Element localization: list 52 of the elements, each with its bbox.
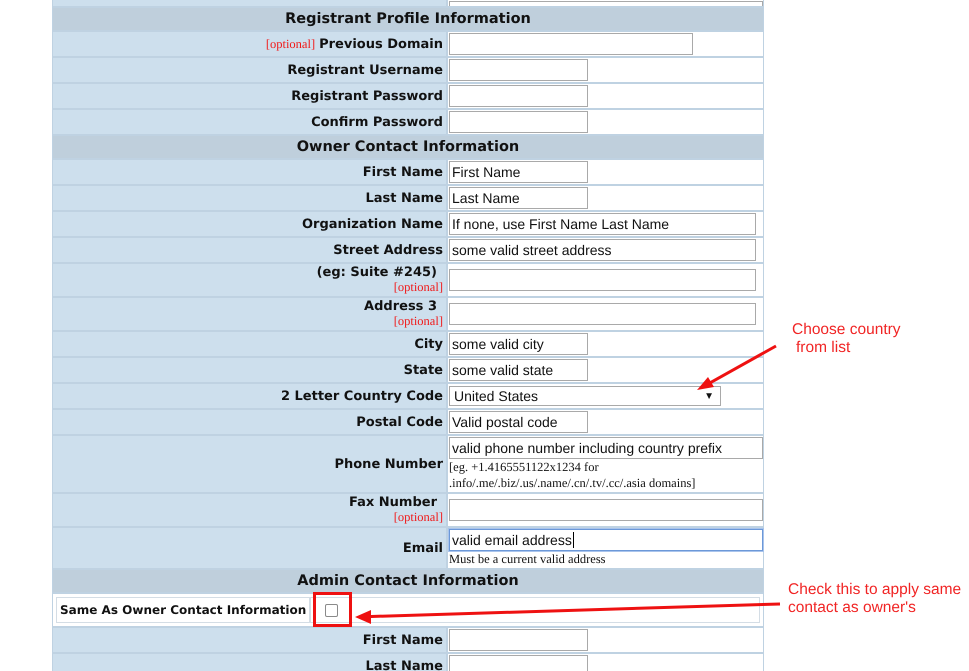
field-label: Phone Number: [334, 456, 443, 472]
field-hint: [eg. +1.4165551122x1234 for .info/.me/.biz/.us/.name/.cn/.tv/.cc/.asia domains]: [449, 459, 696, 491]
field-label: City: [414, 336, 443, 352]
field-label: Previous Domain: [319, 36, 443, 52]
annotation-text: Choose country from list: [792, 321, 901, 357]
input-field[interactable]: some valid city: [449, 333, 588, 355]
input-field[interactable]: some valid state: [449, 359, 588, 381]
input-field[interactable]: [449, 85, 588, 107]
field-label: Postal Code: [356, 414, 443, 430]
input-field[interactable]: [449, 111, 588, 133]
optional-note: [optional]: [394, 314, 443, 329]
field-label: Registrant Password: [291, 88, 443, 104]
input-field[interactable]: valid email address: [449, 529, 763, 551]
highlight-frame: [313, 592, 352, 627]
field-label: Address 3: [364, 299, 438, 314]
field-label: First Name: [362, 632, 443, 648]
field-label: Last Name: [365, 190, 443, 206]
section-heading: Owner Contact Information: [53, 136, 763, 158]
field-label: Confirm Password: [311, 114, 443, 130]
input-field[interactable]: some valid street address: [449, 239, 756, 261]
field-label: Street Address: [333, 242, 443, 258]
optional-note: [optional]: [266, 36, 316, 52]
field-hint: Must be a current valid address: [449, 551, 607, 567]
section-heading: Admin Contact Information: [53, 570, 763, 592]
section-heading: Registrant Profile Information: [53, 8, 763, 30]
input-field[interactable]: Last Name: [449, 187, 588, 209]
field-label: Email: [402, 540, 443, 556]
input-field[interactable]: valid phone number including country prefix: [449, 437, 763, 459]
field-label: First Name: [362, 164, 443, 180]
field-label: Registrant Username: [287, 62, 443, 78]
input-field[interactable]: [449, 59, 588, 81]
same-as-owner-checkbox[interactable]: [325, 604, 338, 616]
input-field[interactable]: [449, 269, 756, 291]
field-label: (eg: Suite #245): [316, 265, 438, 280]
input-field[interactable]: First Name: [449, 161, 588, 183]
field-label: Organization Name: [302, 216, 443, 232]
field-label: Last Name: [365, 658, 443, 671]
country-select[interactable]: United States ▼: [449, 386, 721, 406]
input-field[interactable]: Valid postal code: [449, 411, 588, 433]
optional-note: [optional]: [394, 280, 443, 295]
checkbox-label: Same As Owner Contact Information: [56, 597, 310, 623]
input-field[interactable]: [449, 499, 763, 521]
input-field[interactable]: [449, 629, 588, 651]
input-field[interactable]: [449, 33, 693, 55]
annotation-text: Check this to apply same contact as owner's: [788, 581, 962, 617]
input-field[interactable]: [449, 655, 588, 671]
input-field[interactable]: [449, 303, 756, 325]
field-label: Fax Number: [348, 495, 438, 510]
input-field[interactable]: If none, use First Name Last Name: [449, 213, 756, 235]
field-label: State: [404, 362, 443, 378]
optional-note: [optional]: [394, 510, 443, 525]
field-label: 2 Letter Country Code: [280, 388, 443, 404]
